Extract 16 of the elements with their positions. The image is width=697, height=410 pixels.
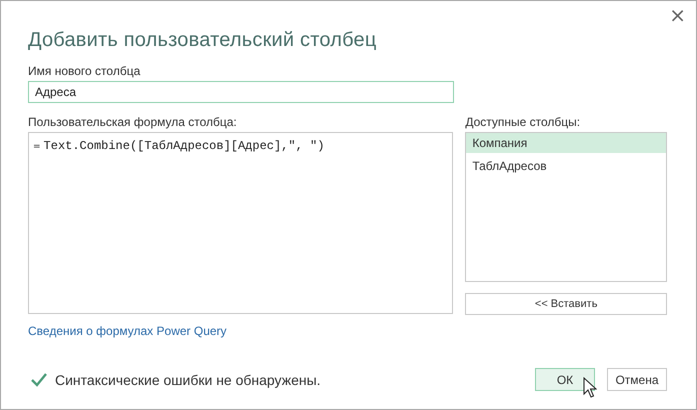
equals-sign: = (33, 142, 41, 152)
status-message: Синтаксические ошибки не обнаружены. (55, 372, 321, 388)
insert-button[interactable]: << Вставить (465, 293, 667, 315)
list-item[interactable]: ТаблАдресов (466, 156, 666, 176)
cancel-button[interactable]: Отмена (607, 368, 667, 391)
help-link[interactable]: Сведения о формулах Power Query (28, 324, 227, 338)
field-label: Пользовательская формула столбца: (28, 115, 238, 129)
dialog-title: Добавить пользовательский столбец (28, 29, 378, 52)
formula-editor[interactable]: = Text.Combine([ТаблАдресов][Адрес],", ") (28, 132, 454, 314)
field-label: Имя нового столбца (28, 64, 142, 78)
input-field[interactable]: Адреса (28, 81, 454, 103)
formula-text: Text.Combine([ТаблАдресов][Адрес],", ") (44, 139, 324, 153)
mouse-cursor-icon (583, 377, 597, 399)
list-item[interactable]: Компания (466, 133, 666, 153)
field-label: Доступные столбцы: (465, 115, 582, 129)
close-button[interactable]: × (665, 3, 690, 27)
